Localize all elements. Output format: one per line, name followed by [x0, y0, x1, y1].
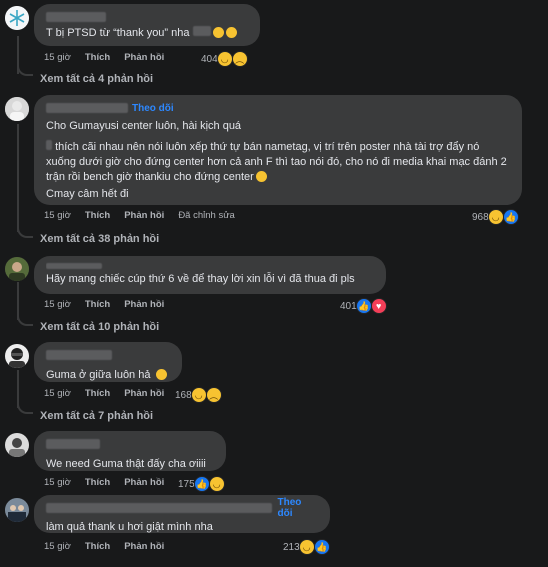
reaction-count: 968 [472, 211, 489, 223]
comment-bubble: T bị PTSD từ “thank you” nha [34, 4, 260, 46]
name-row [46, 437, 214, 451]
like-button[interactable]: Thích [85, 541, 110, 552]
reaction-summary[interactable]: 168 ◡ ︵ [175, 387, 222, 403]
comment-text: Hãy mang chiếc cúp thứ 6 về để thay lời … [46, 273, 355, 285]
avatar[interactable] [5, 433, 29, 457]
name-row [46, 348, 170, 362]
reply-button[interactable]: Phản hồi [124, 388, 164, 399]
like-button[interactable]: Thích [85, 388, 110, 399]
comment-actions: 15 giờ Thích Phản hồi [44, 52, 164, 63]
comment-actions: 15 giờ Thích Phản hồi [44, 299, 164, 310]
haha-reaction-icon: ◡ [298, 539, 315, 555]
see-all-replies-link[interactable]: Xem tất cả 4 phản hồi [40, 73, 153, 85]
person-avatar-icon [5, 257, 29, 281]
like-button[interactable]: Thích [85, 299, 110, 310]
like-reaction-icon: 👍 [355, 298, 372, 314]
commenter-name[interactable] [46, 263, 102, 269]
comment-actions: 15 giờ Thích Phản hồi Đã chỉnh sửa [44, 210, 235, 221]
like-reaction-icon: 👍 [193, 476, 210, 492]
sad-reaction-icon: ︵ [231, 51, 248, 67]
reply-button[interactable]: Phản hồi [124, 210, 164, 221]
thread-curve [17, 402, 33, 414]
like-button[interactable]: Thích [85, 477, 110, 488]
reaction-count: 175 [178, 478, 195, 490]
avatar[interactable] [5, 257, 29, 281]
reaction-count: 213 [283, 541, 300, 553]
comment-actions: 15 giờ Thích Phản hồi [44, 541, 164, 552]
comment-text: thích cãi nhau nên nói luôn xếp thứ tự b… [46, 140, 507, 183]
haha-reaction-icon: ◡ [190, 387, 207, 403]
timestamp[interactable]: 15 giờ [44, 210, 71, 221]
reaction-count: 401 [340, 300, 357, 312]
reply-button[interactable]: Phản hồi [124, 541, 164, 552]
see-all-replies-link[interactable]: Xem tất cả 10 phản hồi [40, 321, 159, 333]
commenter-name[interactable] [46, 103, 128, 113]
avatar[interactable] [5, 498, 29, 522]
name-row [46, 262, 374, 270]
timestamp[interactable]: 15 giờ [44, 388, 71, 399]
snowflake-logo-icon [5, 6, 29, 30]
comment-text: Cmay câm hết đi [46, 188, 129, 200]
reply-button[interactable]: Phản hồi [124, 52, 164, 63]
comment-actions: 15 giờ Thích Phản hồi [44, 477, 164, 488]
thread-curve [17, 314, 33, 326]
timestamp[interactable]: 15 giờ [44, 477, 71, 488]
haha-reaction-icon: ◡ [487, 209, 504, 225]
avatar[interactable] [5, 6, 29, 30]
avatar[interactable] [5, 344, 29, 368]
commenter-name[interactable] [46, 10, 248, 24]
see-all-replies-link[interactable]: Xem tất cả 38 phản hồi [40, 233, 159, 245]
reaction-count: 168 [175, 389, 192, 401]
reaction-summary[interactable]: 213 ◡ 👍 [283, 539, 330, 555]
person-avatar-icon [5, 433, 29, 457]
like-button[interactable]: Thích [85, 210, 110, 221]
comment-text: Cho Gumayusi center luôn, hài kịch quá [46, 120, 242, 132]
like-reaction-icon: 👍 [313, 539, 330, 555]
name-row: Theo dõi [46, 101, 510, 115]
reaction-summary[interactable]: 404 ◡ ︵ [201, 51, 248, 67]
person-avatar-icon [5, 97, 29, 121]
reaction-count: 404 [201, 53, 218, 65]
comment-bubble: Theo dõi làm quả thank u hơi giật mình n… [34, 495, 330, 533]
follow-button[interactable]: Theo dõi [132, 103, 174, 114]
comment-bubble: We need Guma thật đấy cha ơiiii [34, 431, 226, 471]
comment-text: Guma ở giữa luôn hả [46, 368, 170, 383]
comment-bubble: Guma ở giữa luôn hả [34, 342, 182, 382]
comment-actions: 15 giờ Thích Phản hồi [44, 388, 164, 399]
haha-reaction-icon: ◡ [216, 51, 233, 67]
timestamp[interactable]: 15 giờ [44, 541, 71, 552]
commenter-name[interactable] [46, 439, 100, 449]
edited-label: Đã chỉnh sửa [178, 210, 235, 221]
avatar[interactable] [5, 97, 29, 121]
haha-reaction-icon: ◡ [208, 476, 225, 492]
person-avatar-icon [5, 344, 29, 368]
comment-bubble: Theo dõi Cho Gumayusi center luôn, hài k… [34, 95, 522, 205]
reaction-summary[interactable]: 175 👍 ◡ [178, 476, 225, 492]
commenter-name[interactable] [46, 350, 112, 360]
reaction-summary[interactable]: 401 👍 ♥ [340, 298, 387, 314]
love-reaction-icon: ♥ [370, 298, 387, 314]
comment-text: We need Guma thật đấy cha ơiiii [46, 458, 206, 470]
comment-text: T bị PTSD từ “thank you” nha [46, 26, 248, 41]
like-button[interactable]: Thích [85, 52, 110, 63]
like-reaction-icon: 👍 [502, 209, 519, 225]
commenter-name[interactable] [46, 503, 272, 513]
see-all-replies-link[interactable]: Xem tất cả 7 phản hồi [40, 410, 153, 422]
timestamp[interactable]: 15 giờ [44, 299, 71, 310]
reply-button[interactable]: Phản hồi [124, 477, 164, 488]
comment-bubble: Hãy mang chiếc cúp thứ 6 về để thay lời … [34, 256, 386, 294]
reaction-summary[interactable]: 968 ◡ 👍 [472, 209, 519, 225]
sad-reaction-icon: ︵ [205, 387, 222, 403]
comment-text: làm quả thank u hơi giật mình nha [46, 521, 213, 533]
thread-curve [17, 64, 33, 76]
follow-button[interactable]: Theo dõi [278, 497, 319, 519]
name-row: Theo dõi [46, 497, 318, 519]
timestamp[interactable]: 15 giờ [44, 52, 71, 63]
thread-curve [17, 226, 33, 238]
group-avatar-icon [5, 498, 29, 522]
reply-button[interactable]: Phản hồi [124, 299, 164, 310]
thread-line [17, 124, 19, 232]
